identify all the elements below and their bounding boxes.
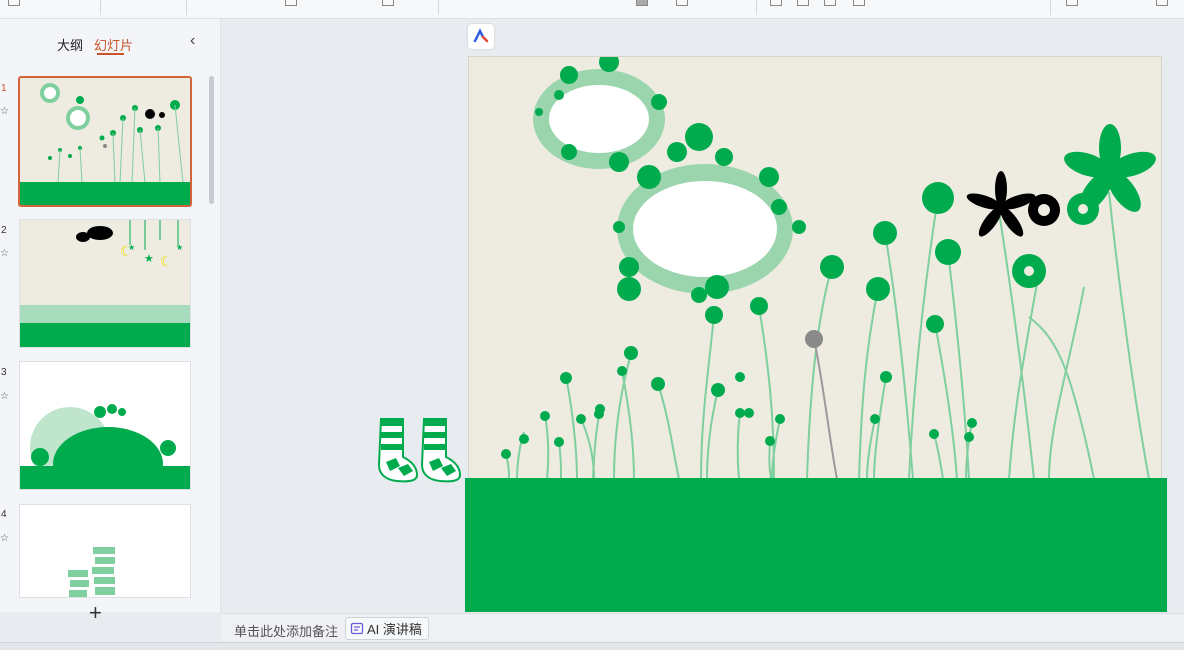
slide-thumbnail-1[interactable] bbox=[18, 76, 192, 207]
star-icon[interactable]: ☆ bbox=[0, 391, 9, 402]
slide-number: 2 bbox=[1, 225, 7, 236]
toolbar-icon[interactable] bbox=[382, 0, 394, 6]
toolbar-separator bbox=[100, 0, 101, 15]
slide-number: 1 bbox=[1, 83, 7, 94]
slide-number: 4 bbox=[1, 509, 7, 520]
ai-speech-button[interactable]: AI 演讲稿 bbox=[345, 617, 429, 640]
slide-thumbnail-4[interactable] bbox=[19, 504, 191, 598]
ai-speech-icon bbox=[350, 622, 364, 634]
toolbar-separator bbox=[756, 0, 757, 15]
svg-text:★: ★ bbox=[176, 243, 183, 252]
ai-speech-label: AI 演讲稿 bbox=[367, 622, 422, 637]
svg-text:★: ★ bbox=[128, 243, 135, 252]
slide-ground-band bbox=[465, 478, 1167, 612]
toolbar-separator bbox=[1050, 0, 1051, 15]
align-center-icon[interactable] bbox=[797, 0, 809, 6]
toolbar-icon[interactable] bbox=[636, 0, 648, 6]
ai-logo-icon bbox=[473, 28, 489, 43]
add-slide-button[interactable]: + bbox=[89, 602, 102, 624]
toolbar-icon[interactable] bbox=[8, 0, 20, 6]
star-icon[interactable]: ☆ bbox=[0, 106, 9, 117]
toolbar-icon[interactable] bbox=[285, 0, 297, 6]
slide-panel: 大纲 幻灯片 ‹ 1 ☆ 2 ☆ ☾ ☾ ★ ★ ★ 3 ☆ 4 ☆ + bbox=[0, 19, 221, 624]
collapse-panel-icon[interactable]: ‹ bbox=[190, 32, 195, 50]
notes-bar: 单击此处添加备注 AI 演讲稿 bbox=[221, 613, 1184, 642]
slide-number: 3 bbox=[1, 367, 7, 378]
toolbar-separator bbox=[186, 0, 187, 15]
toolbar-separator bbox=[438, 0, 439, 15]
panel-scrollbar[interactable] bbox=[209, 76, 214, 204]
ribbon-toolbar bbox=[0, 0, 1184, 19]
toolbar-icon[interactable] bbox=[1066, 0, 1078, 6]
active-tab-indicator bbox=[97, 53, 124, 55]
slide-2-preview: ☾ ☾ ★ ★ ★ bbox=[20, 220, 190, 347]
notes-placeholder[interactable]: 单击此处添加备注 bbox=[234, 621, 338, 640]
ai-assistant-button[interactable] bbox=[468, 24, 494, 49]
slide-3-preview bbox=[20, 362, 190, 489]
svg-text:★: ★ bbox=[144, 252, 154, 265]
toolbar-icon[interactable] bbox=[676, 0, 688, 6]
align-left-icon[interactable] bbox=[770, 0, 782, 6]
panel-tabs: 大纲 幻灯片 ‹ bbox=[0, 19, 220, 71]
star-icon[interactable]: ☆ bbox=[0, 533, 9, 544]
slide-thumbnail-2[interactable]: ☾ ☾ ★ ★ ★ bbox=[19, 219, 191, 348]
tab-slides[interactable]: 幻灯片 bbox=[94, 35, 133, 54]
star-icon[interactable]: ☆ bbox=[0, 248, 9, 259]
slide-4-preview bbox=[20, 505, 190, 597]
slide-1-preview bbox=[20, 78, 190, 205]
slide-thumbnail-3[interactable] bbox=[19, 361, 191, 490]
align-right-icon[interactable] bbox=[824, 0, 836, 6]
svg-text:☾: ☾ bbox=[160, 254, 173, 270]
tab-outline[interactable]: 大纲 bbox=[57, 35, 83, 54]
toolbar-icon[interactable] bbox=[1156, 0, 1168, 6]
align-justify-icon[interactable] bbox=[853, 0, 865, 6]
striped-socks-graphic bbox=[377, 418, 462, 483]
